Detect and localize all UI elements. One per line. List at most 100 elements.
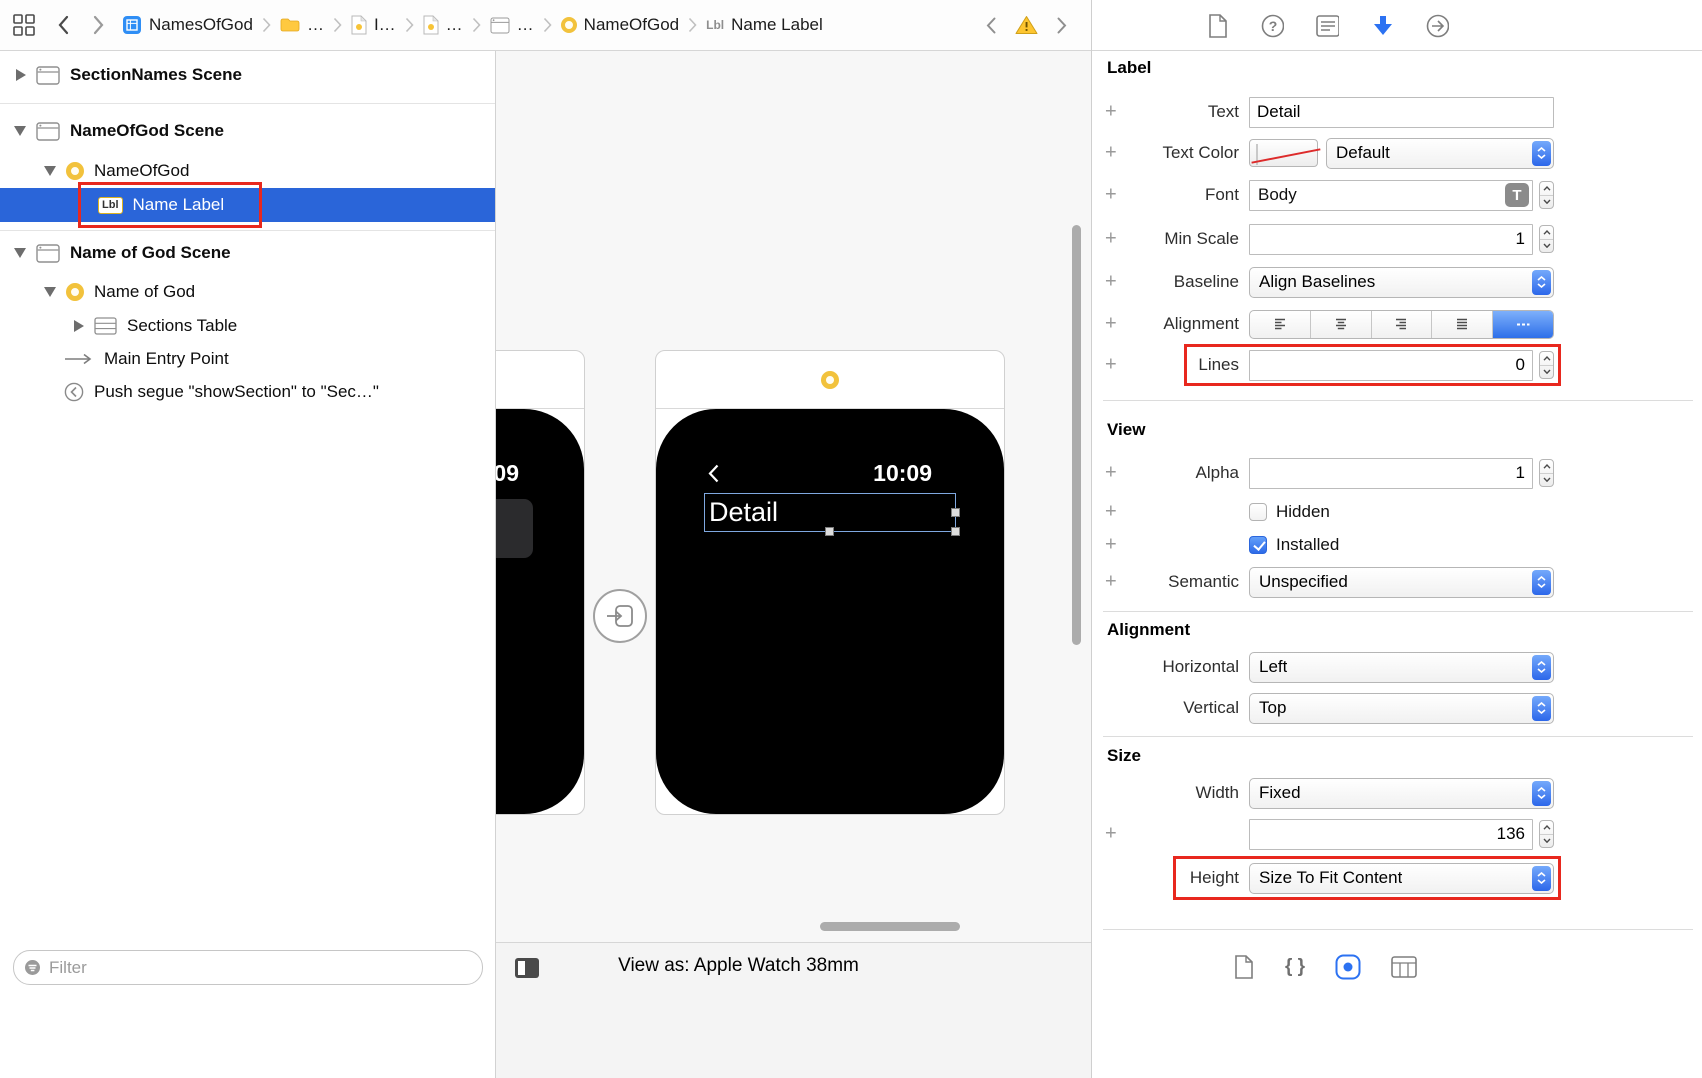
color-well[interactable] [1249,139,1318,167]
horizontal-popup[interactable]: Left [1249,651,1554,683]
file-inspector-icon[interactable] [1206,12,1229,39]
vertical-scrollbar[interactable] [1072,225,1081,645]
outline-row-sections-table[interactable]: Sections Table [0,309,495,343]
outline-row-name-of-god-scene[interactable]: Name of God Scene [0,236,495,270]
font-picker-button[interactable]: T [1505,183,1529,207]
file-template-library-icon[interactable] [1232,953,1255,980]
text-input[interactable] [1249,96,1554,128]
outline-row-name-of-god-controller[interactable]: Name of God [0,275,495,309]
back-chevron-small-icon[interactable] [980,11,1002,39]
disclosure-expanded-icon[interactable] [44,287,56,297]
interface-controller-icon [66,162,84,180]
height-popup[interactable]: Size To Fit Content [1249,862,1554,894]
alpha-input[interactable] [1249,457,1533,489]
interface-controller-icon[interactable] [821,370,839,389]
identity-inspector-icon[interactable] [1316,12,1339,39]
installed-checkbox[interactable] [1249,536,1267,554]
stepper-up-icon[interactable] [1540,182,1553,196]
align-justify-segment[interactable] [1432,310,1494,338]
baseline-popup[interactable]: Align Baselines [1249,266,1554,298]
stepper-down-icon[interactable] [1540,366,1553,379]
lines-input[interactable] [1249,349,1533,381]
width-popup[interactable]: Fixed [1249,777,1554,809]
breadcrumb-item-scene[interactable]: … [490,15,534,35]
add-attribute-button[interactable]: + [1105,534,1117,557]
project-icon [122,15,142,35]
breadcrumb-item-label[interactable]: Lbl Name Label [706,15,823,35]
align-natural-segment[interactable] [1493,310,1553,338]
forward-chevron-icon[interactable] [88,11,110,39]
vertical-popup[interactable]: Top [1249,692,1554,724]
stepper-up-icon[interactable] [1540,352,1553,366]
filter-input[interactable] [49,957,472,978]
stepper-down-icon[interactable] [1540,474,1553,487]
breadcrumb-item-controller[interactable]: NameOfGod [560,15,679,35]
resize-handle-bottom[interactable] [825,527,834,536]
selected-label[interactable]: Detail [704,493,960,536]
storyboard-canvas[interactable]: 09 10:09 Detail View as: Apple Watch 38m… [496,51,1091,1078]
table-row-group[interactable] [496,499,533,558]
min-scale-row: + Min Scale [1092,223,1702,255]
back-chevron-icon[interactable] [708,464,719,483]
media-library-icon[interactable] [1391,953,1417,980]
warning-icon[interactable] [1015,15,1038,35]
baseline-value: Align Baselines [1259,272,1376,291]
code-snippet-library-icon[interactable]: { } [1285,953,1305,980]
disclosure-expanded-icon[interactable] [14,248,26,258]
outline-row-nameofgod-controller[interactable]: NameOfGod [0,154,495,188]
stepper-up-icon[interactable] [1540,226,1553,240]
add-attribute-button[interactable]: + [1105,501,1117,524]
baseline-row: + Baseline Align Baselines [1092,266,1702,298]
font-field[interactable]: Body T [1249,179,1533,211]
stepper-down-icon[interactable] [1540,196,1553,209]
align-right-segment[interactable] [1372,310,1433,338]
font-stepper[interactable] [1539,181,1554,209]
disclosure-collapsed-icon[interactable] [74,320,84,332]
width-number-input[interactable] [1249,818,1533,850]
filter-field[interactable] [13,950,483,985]
min-scale-input[interactable] [1249,223,1533,255]
hidden-checkbox[interactable] [1249,503,1267,521]
disclosure-expanded-icon[interactable] [14,126,26,136]
disclosure-collapsed-icon[interactable] [16,69,26,81]
breadcrumb-item-file-2[interactable]: … [423,15,463,35]
lines-stepper[interactable] [1539,351,1554,379]
object-library-icon[interactable] [1335,953,1361,980]
semantic-popup[interactable]: Unspecified [1249,566,1554,598]
breadcrumb-item-folder[interactable]: … [280,15,324,35]
min-scale-stepper[interactable] [1539,225,1554,253]
segue-connector[interactable] [593,589,647,643]
stepper-down-icon[interactable] [1540,240,1553,253]
outline-label: Name Label [132,195,225,214]
back-chevron-icon[interactable] [52,11,74,39]
outline-row-push-segue[interactable]: Push segue "showSection" to "Sec…" [0,375,495,409]
alpha-stepper[interactable] [1539,459,1554,487]
storyboard-file-icon [423,15,439,35]
breadcrumb-item-file-1[interactable]: I… [351,15,396,35]
disclosure-expanded-icon[interactable] [44,166,56,176]
outline-row-main-entry-point[interactable]: Main Entry Point [0,342,495,376]
outline-row-nameofgod-scene[interactable]: NameOfGod Scene [0,114,495,148]
watch-screen[interactable]: 10:09 Detail [704,456,960,771]
width-stepper[interactable] [1539,820,1554,848]
connections-inspector-icon[interactable] [1426,12,1449,39]
resize-handle-corner[interactable] [951,527,960,536]
resize-handle-right[interactable] [951,508,960,517]
attributes-inspector-icon[interactable] [1371,12,1394,39]
quick-help-icon[interactable]: ? [1261,12,1284,39]
add-attribute-button[interactable]: + [1105,823,1117,846]
outline-row-name-label[interactable]: Lbl Name Label [0,188,495,222]
text-color-popup[interactable]: Default [1326,137,1554,169]
stepper-down-icon[interactable] [1540,835,1553,848]
view-as-control[interactable]: View as: Apple Watch 38mm [496,955,981,977]
watch-bezel: 10:09 Detail [656,409,1004,814]
stepper-up-icon[interactable] [1540,821,1553,835]
stepper-up-icon[interactable] [1540,460,1553,474]
align-center-segment[interactable] [1311,310,1372,338]
align-left-segment[interactable] [1250,310,1311,338]
outline-row-sectionnames-scene[interactable]: SectionNames Scene [0,58,495,92]
horizontal-scrollbar[interactable] [820,922,960,931]
forward-chevron-small-icon[interactable] [1051,11,1073,39]
breadcrumb-item-project[interactable]: NamesOfGod [122,15,253,35]
related-items-icon[interactable] [12,13,36,37]
